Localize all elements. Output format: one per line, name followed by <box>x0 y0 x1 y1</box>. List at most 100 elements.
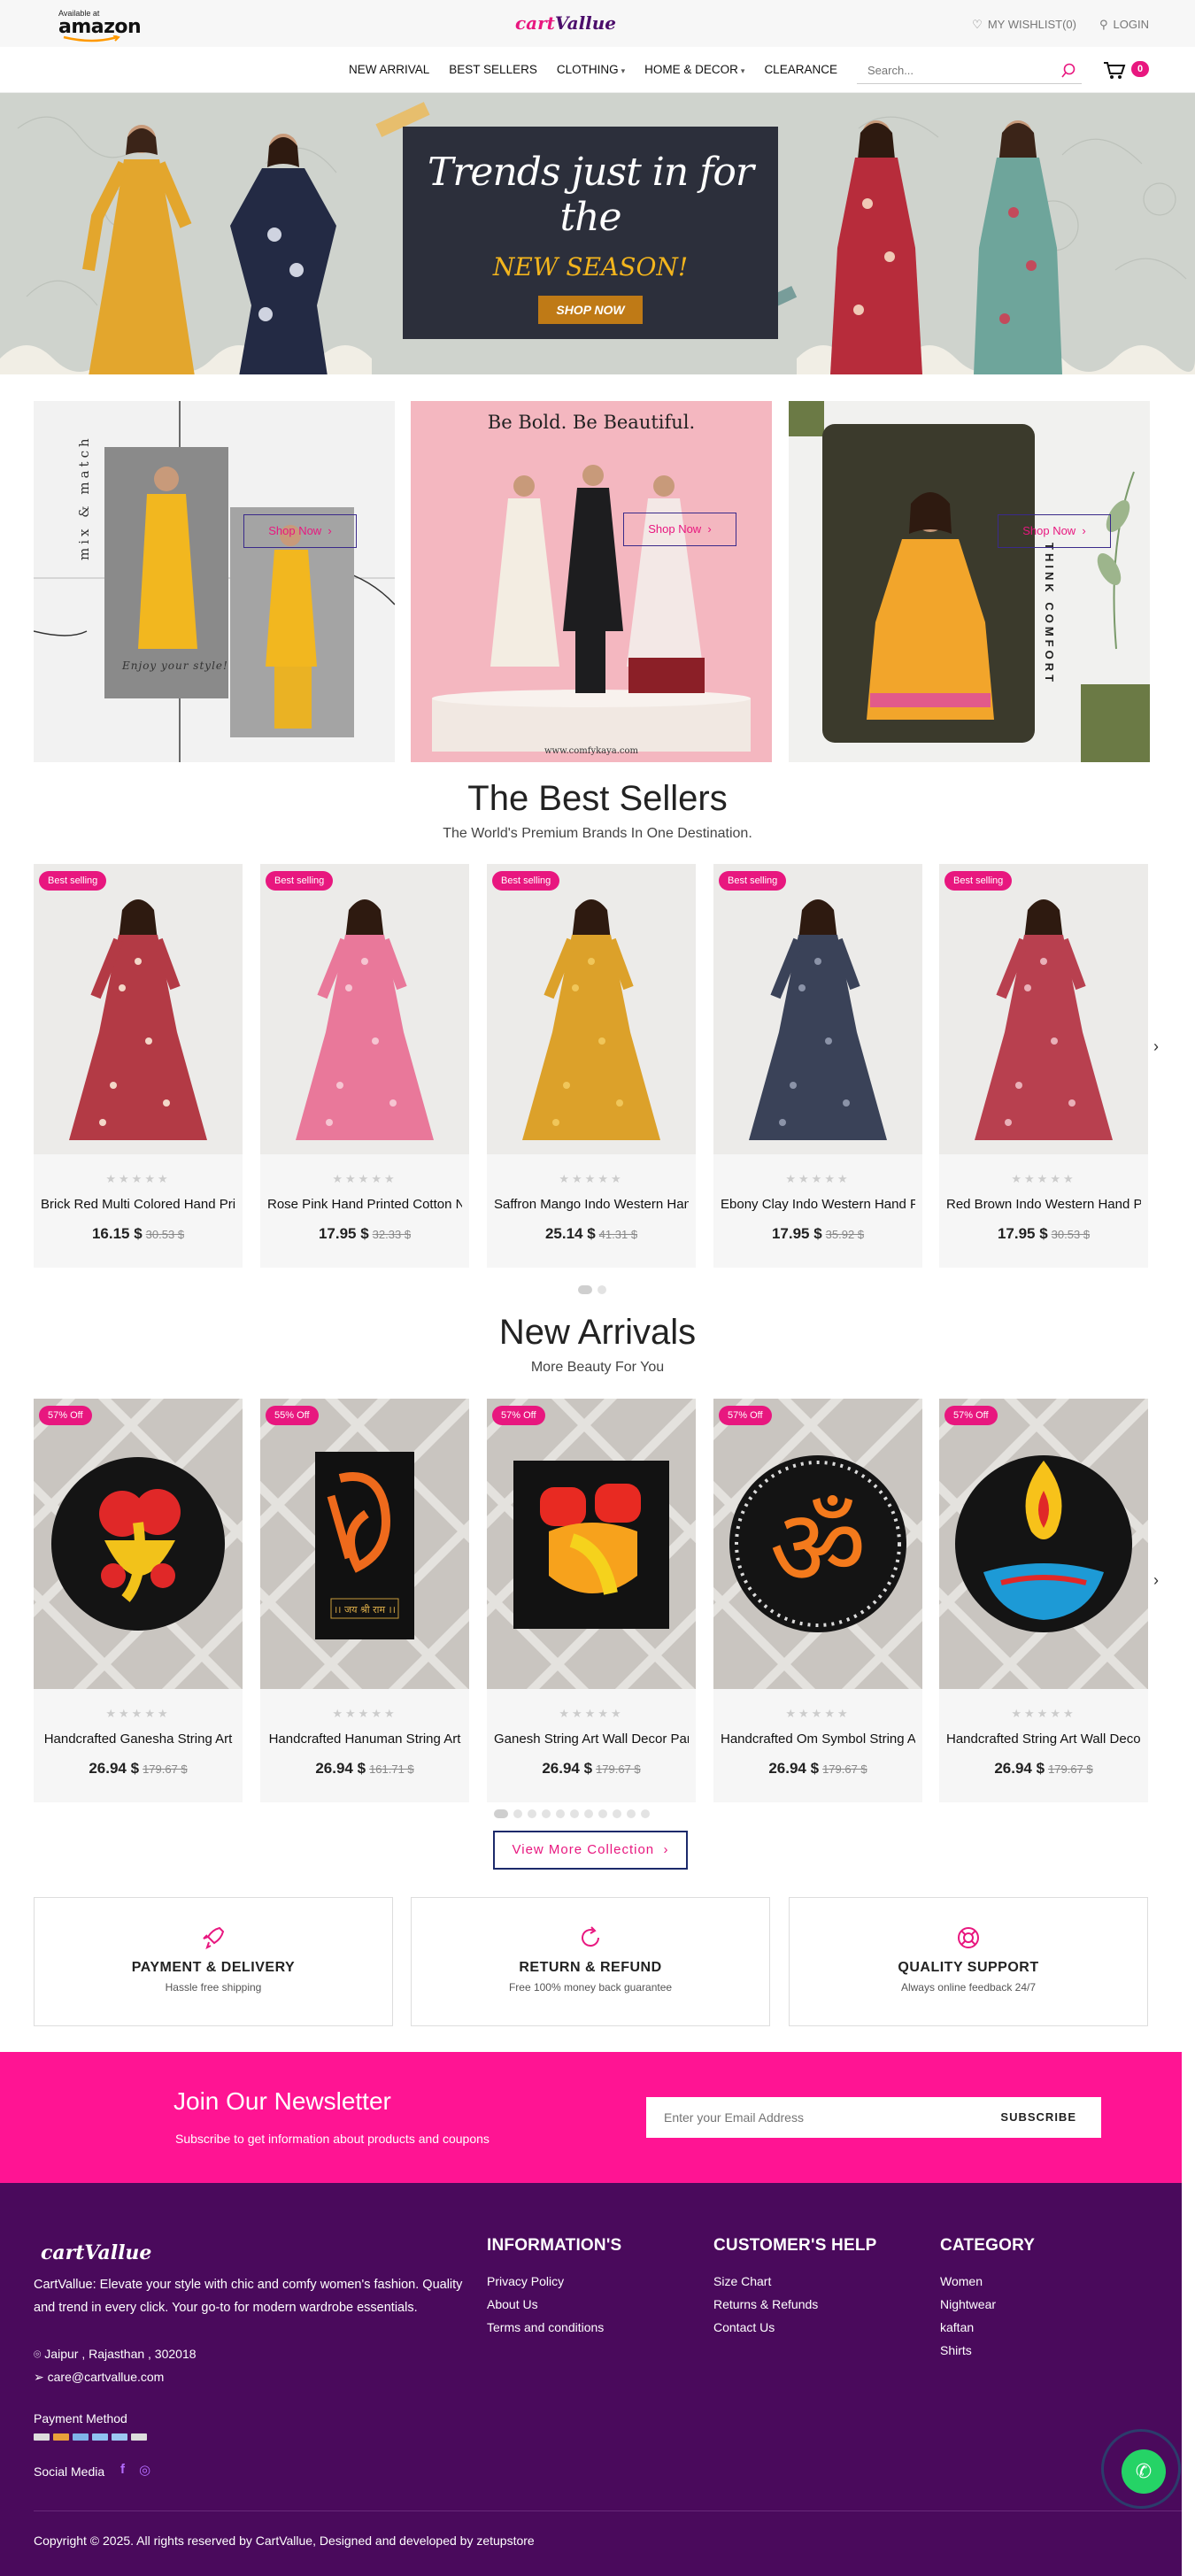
product-image[interactable] <box>939 864 1148 1154</box>
pagination-dot[interactable] <box>598 1809 607 1818</box>
hero-banner[interactable]: Trends just in for the NEW SEASON! SHOP … <box>0 93 1195 374</box>
footer-link[interactable]: About Us <box>487 2293 621 2316</box>
product-card[interactable]: Best selling ★★★★★ Red Brown Indo Western … <box>939 864 1148 1268</box>
promo-3-side-text: THINK COMFORT <box>1043 543 1056 686</box>
hero-headline: Trends just in for the <box>428 150 754 240</box>
view-more-collection-button[interactable]: View More Collection › <box>493 1831 688 1870</box>
product-photo <box>487 1399 696 1689</box>
product-image[interactable] <box>487 1399 696 1689</box>
footer-logo[interactable]: cartVallue <box>41 2241 151 2264</box>
product-card[interactable]: Best selling ★★★★★ Brick Red Multi Colored… <box>34 864 243 1268</box>
cart-button[interactable]: 0 <box>1103 60 1149 84</box>
promo-card-think-comfort[interactable]: THINK COMFORT Shop Now › <box>789 401 1150 762</box>
product-image[interactable] <box>713 864 922 1154</box>
product-name[interactable]: Rose Pink Hand Printed Cotton Nightwear <box>267 1197 462 1212</box>
current-price: 17.95 $ <box>771 1225 822 1242</box>
pagination-dot[interactable] <box>598 1285 606 1294</box>
nav-item-clothing[interactable]: CLOTHING ▾ <box>557 63 625 76</box>
footer-address: ⌾ Jaipur , Rajasthan , 302018 <box>34 2347 197 2362</box>
product-card[interactable]: 57% Off ★★★★★ Ganesh String Art Wall Decor… <box>487 1399 696 1802</box>
product-card[interactable]: ॐ 57% Off ★★★★★ Handcrafted Om Symbol Strin… <box>713 1399 922 1802</box>
promo-3-shop-now-button[interactable]: Shop Now › <box>998 514 1111 548</box>
pagination-dot[interactable] <box>513 1809 522 1818</box>
product-name[interactable]: Handcrafted String Art Wall Decor <box>946 1731 1141 1747</box>
footer-link[interactable]: kaftan <box>940 2316 1035 2339</box>
promo-1-shop-now-button[interactable]: Shop Now › <box>243 514 357 548</box>
product-tag-badge: Best selling <box>944 871 1013 891</box>
product-photo: ।। जय श्री राम ।। <box>260 1399 469 1689</box>
product-card[interactable]: 57% Off ★★★★★ Handcrafted String Art Wall … <box>939 1399 1148 1802</box>
product-price: 25.14 $41.31 $ <box>487 1225 696 1243</box>
pagination-dot[interactable] <box>627 1809 636 1818</box>
product-card[interactable]: Best selling ★★★★★ Saffron Mango Indo West… <box>487 864 696 1268</box>
send-icon: ➢ <box>34 2370 44 2384</box>
user-icon: ⚲ <box>1099 18 1108 31</box>
product-image[interactable] <box>34 864 243 1154</box>
pagination-dot[interactable] <box>584 1809 593 1818</box>
search-input[interactable] <box>857 58 1043 82</box>
footer-link[interactable]: Size Chart <box>713 2270 877 2293</box>
product-card[interactable]: 57% Off ★★★★★ Handcrafted Ganesha String A… <box>34 1399 243 1802</box>
nav-item-home-decor-label: HOME & DECOR <box>644 63 738 76</box>
product-name[interactable]: Handcrafted Om Symbol String Art <box>721 1731 915 1747</box>
product-image[interactable]: ।। जय श्री राम ।। <box>260 1399 469 1689</box>
product-card[interactable]: Best selling ★★★★★ Rose Pink Hand Printed … <box>260 864 469 1268</box>
amazon-badge[interactable]: Available at amazon <box>58 9 142 42</box>
promo-2-shop-now-button[interactable]: Shop Now › <box>623 513 736 546</box>
footer-link[interactable]: Nightwear <box>940 2293 1035 2316</box>
promo-card-mix-match[interactable]: mix & match Enjoy your style! Shop Now › <box>34 401 395 762</box>
pagination-dot[interactable] <box>578 1285 592 1294</box>
top-bar: Available at amazon cartVallue ♡ MY WISHL… <box>0 0 1195 47</box>
pagination-dot[interactable] <box>528 1809 536 1818</box>
product-card[interactable]: ।। जय श्री राम ।। 55% Off ★★★★★ Handcrafted… <box>260 1399 469 1802</box>
pagination-dot[interactable] <box>494 1809 508 1818</box>
subscribe-button[interactable]: SUBSCRIBE <box>1000 2110 1076 2124</box>
amex-icon <box>73 2433 89 2441</box>
best-sellers-next-arrow[interactable]: › <box>1153 1037 1159 1056</box>
footer-email[interactable]: ➢ care@cartvallue.com <box>34 2370 164 2385</box>
email-field[interactable] <box>646 2097 965 2138</box>
nav-item-clearance[interactable]: CLEARANCE <box>764 63 837 76</box>
footer-link[interactable]: Terms and conditions <box>487 2316 621 2339</box>
footer-link[interactable]: Returns & Refunds <box>713 2293 877 2316</box>
product-photo: ॐ <box>713 1399 922 1689</box>
product-image[interactable] <box>34 1399 243 1689</box>
hero-shop-now-button[interactable]: SHOP NOW <box>538 296 643 324</box>
product-card[interactable]: Best selling ★★★★★ Ebony Clay Indo Western… <box>713 864 922 1268</box>
original-price: 179.67 $ <box>143 1762 188 1776</box>
instagram-icon[interactable]: ◎ <box>139 2462 150 2478</box>
wishlist-label: MY WISHLIST(0) <box>987 18 1076 31</box>
search-icon[interactable] <box>1060 63 1076 79</box>
product-name[interactable]: Red Brown Indo Western Hand Printed <box>946 1197 1141 1212</box>
product-image[interactable] <box>487 864 696 1154</box>
new-arrivals-next-arrow[interactable]: › <box>1153 1571 1159 1590</box>
pagination-dot[interactable] <box>570 1809 579 1818</box>
whatsapp-chat-button[interactable]: ✆ <box>1101 2429 1181 2509</box>
product-image[interactable] <box>260 864 469 1154</box>
footer-link[interactable]: Privacy Policy <box>487 2270 621 2293</box>
pagination-dot[interactable] <box>613 1809 621 1818</box>
promo-card-be-bold[interactable]: Be Bold. Be Beautiful. www.comfykaya.com… <box>411 401 772 762</box>
login-link[interactable]: ⚲ LOGIN <box>1099 18 1149 32</box>
site-logo[interactable]: cartVallue <box>515 12 616 34</box>
pagination-dot[interactable] <box>641 1809 650 1818</box>
product-image[interactable] <box>939 1399 1148 1689</box>
product-name[interactable]: Ganesh String Art Wall Decor Panel <box>494 1731 689 1747</box>
footer-link[interactable]: Shirts <box>940 2339 1035 2362</box>
product-name[interactable]: Brick Red Multi Colored Hand Printed <box>41 1197 235 1212</box>
footer-link[interactable]: Contact Us <box>713 2316 877 2339</box>
nav-item-best-sellers[interactable]: BEST SELLERS <box>449 63 537 76</box>
footer-link[interactable]: Women <box>940 2270 1035 2293</box>
nav-item-new-arrival[interactable]: NEW ARRIVAL <box>349 63 429 76</box>
product-image[interactable]: ॐ <box>713 1399 922 1689</box>
product-name[interactable]: Handcrafted Ganesha String Art <box>41 1731 235 1747</box>
facebook-icon[interactable]: f <box>120 2462 125 2478</box>
product-name[interactable]: Handcrafted Hanuman String Art <box>267 1731 462 1747</box>
payment-method-label: Payment Method <box>34 2411 127 2426</box>
product-name[interactable]: Saffron Mango Indo Western Hand Printed <box>494 1197 689 1212</box>
pagination-dot[interactable] <box>542 1809 551 1818</box>
pagination-dot[interactable] <box>556 1809 565 1818</box>
wishlist-link[interactable]: ♡ MY WISHLIST(0) <box>972 18 1076 32</box>
nav-item-home-decor[interactable]: HOME & DECOR ▾ <box>644 63 744 76</box>
product-name[interactable]: Ebony Clay Indo Western Hand Printed <box>721 1197 915 1212</box>
